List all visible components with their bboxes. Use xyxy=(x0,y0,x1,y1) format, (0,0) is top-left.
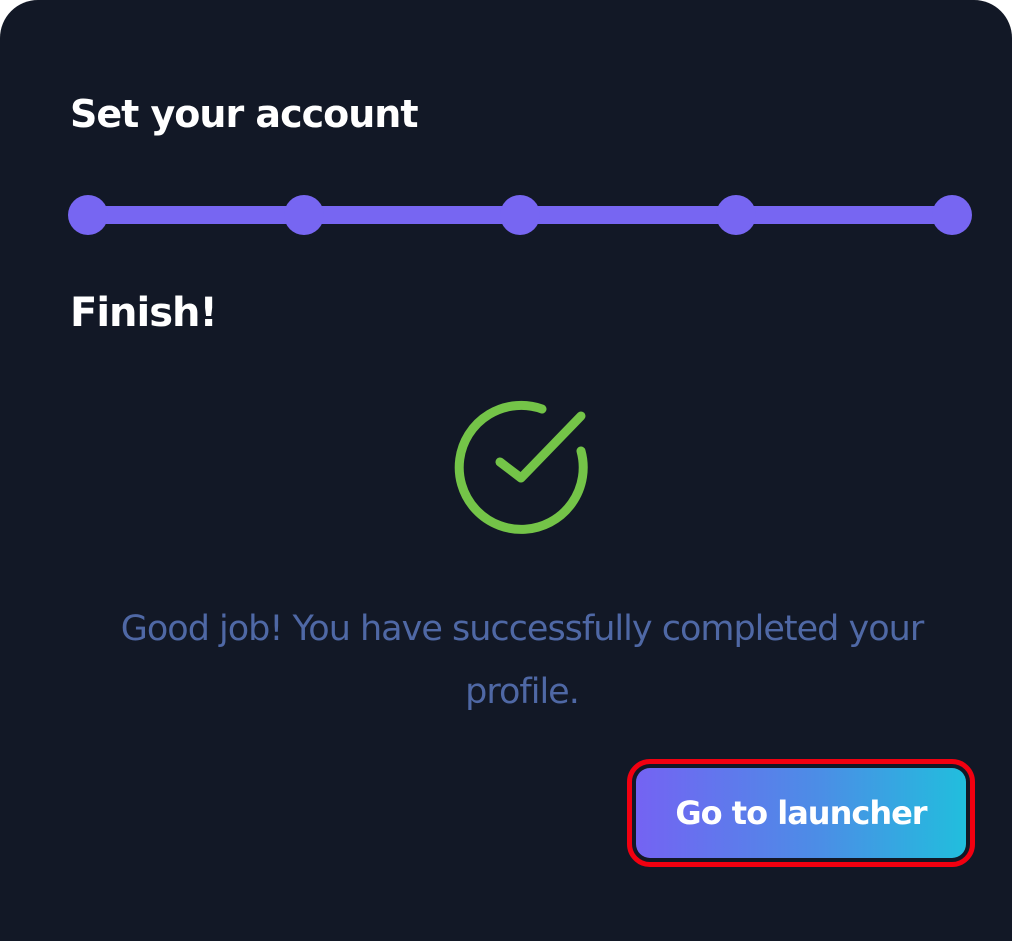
progress-stepper xyxy=(68,194,972,238)
check-circle-icon xyxy=(454,400,588,534)
step-title: Finish! xyxy=(70,290,218,336)
success-message: Good job! You have successfully complete… xyxy=(120,609,924,712)
stepper-step-2 xyxy=(284,195,324,235)
setup-card: Set your account Finish! Good job! You h… xyxy=(0,0,1012,941)
card-title: Set your account xyxy=(70,92,419,136)
stepper-step-1 xyxy=(68,195,108,235)
stepper-step-3 xyxy=(500,195,540,235)
go-to-launcher-button[interactable]: Go to launcher xyxy=(627,759,975,867)
stepper-step-4 xyxy=(716,195,756,235)
stepper-step-5 xyxy=(932,195,972,235)
